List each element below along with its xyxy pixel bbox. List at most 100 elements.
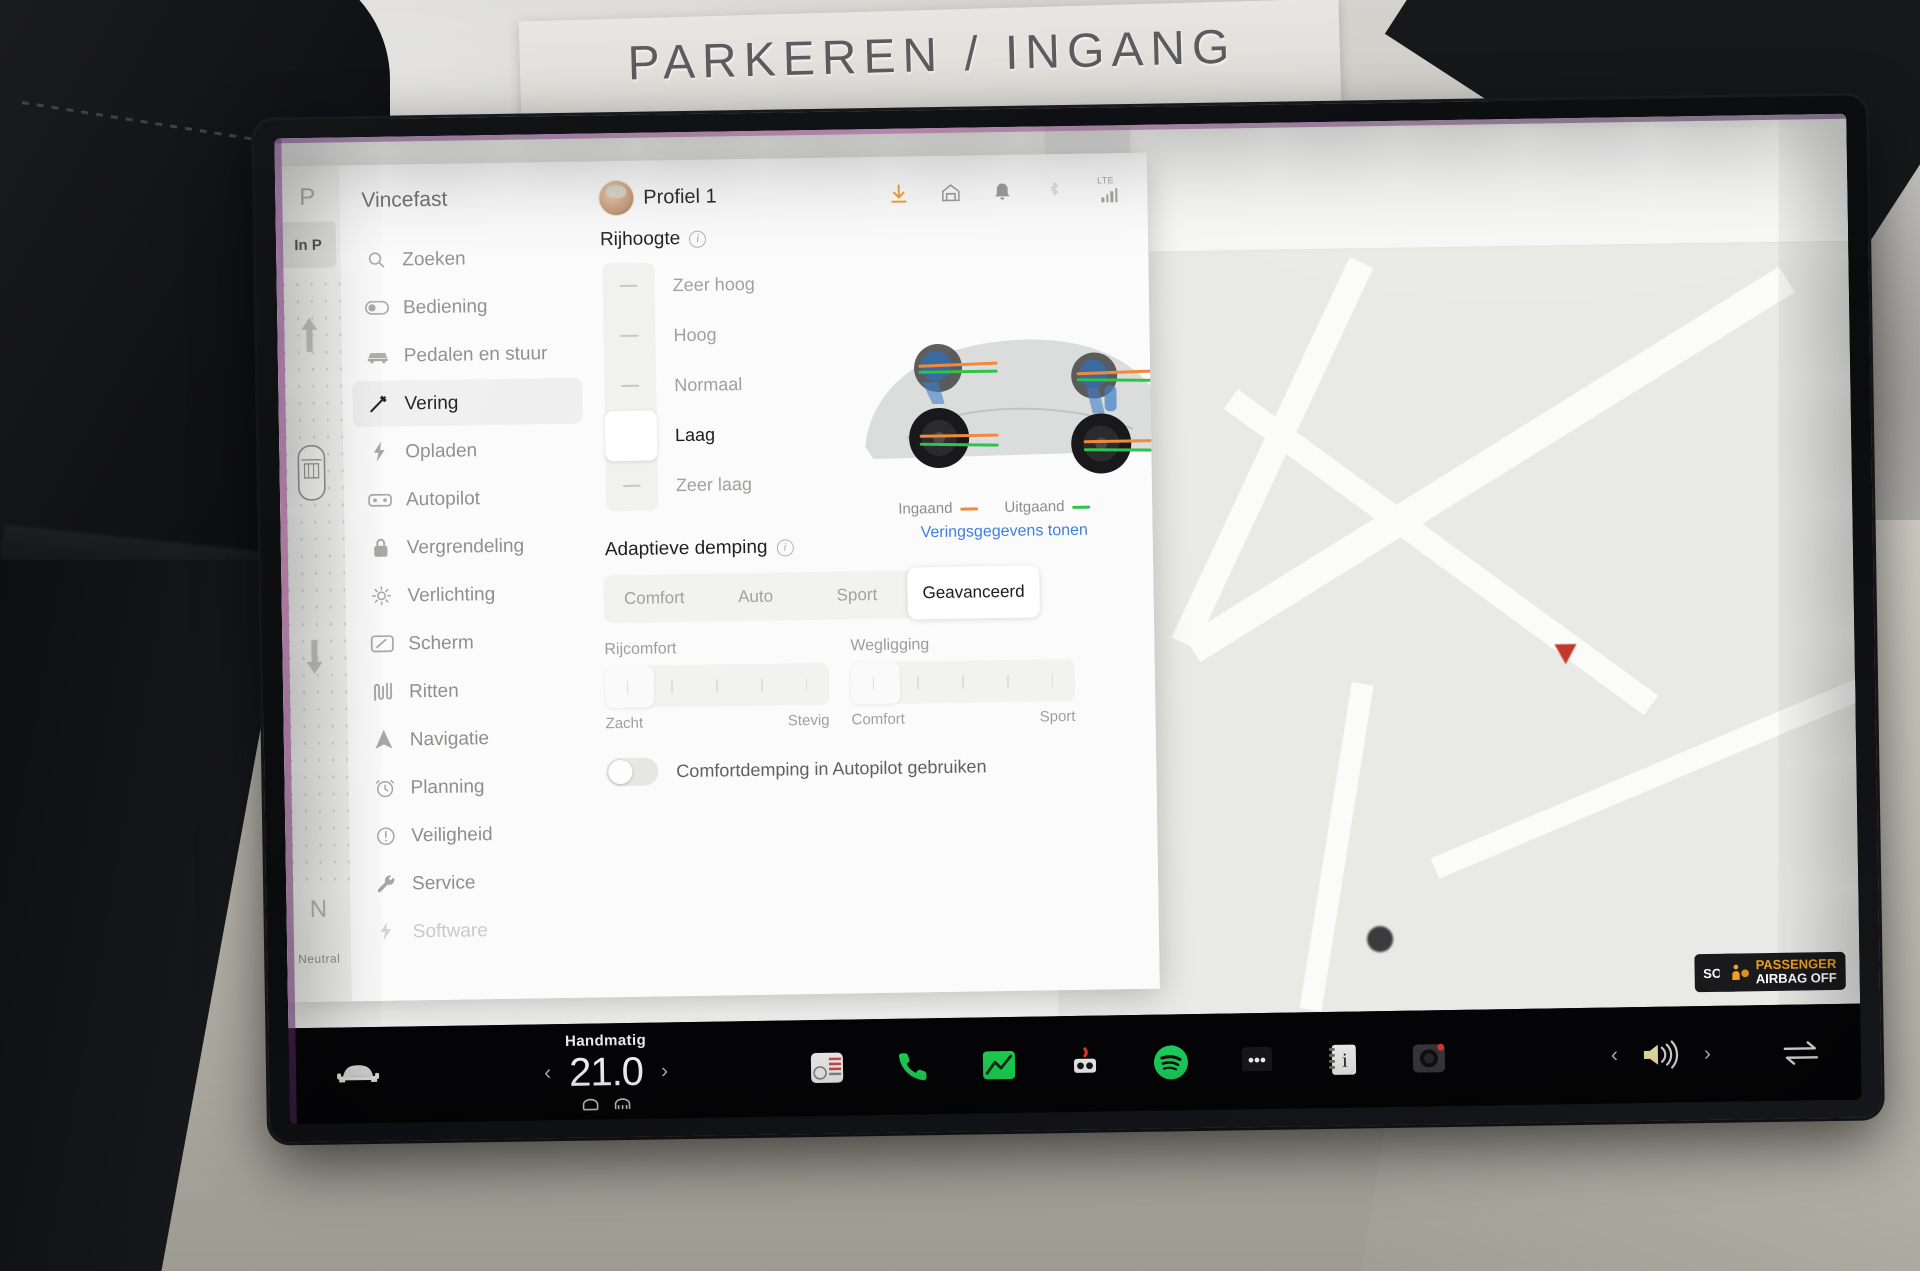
climate-mode-label: Handmatig xyxy=(564,1031,647,1050)
bolt-icon xyxy=(365,441,393,463)
comfort-damping-autopilot-toggle[interactable] xyxy=(606,757,659,787)
spotify-app-icon[interactable] xyxy=(1151,1042,1192,1083)
slider-track[interactable] xyxy=(604,662,830,709)
toggle-icon xyxy=(363,297,391,319)
energy-app-icon[interactable] xyxy=(979,1045,1020,1086)
slider-end-labels: Comfort Sport xyxy=(851,708,1075,729)
settings-content: Profiel 1 LTE Rijhoogte i Zeer hoog Hoog… xyxy=(588,152,1160,998)
damping-mode-geavanceerd[interactable]: Geavanceerd xyxy=(907,565,1040,620)
sidebar-item-navigatie[interactable]: Navigatie xyxy=(357,714,588,764)
temp-decrease-button[interactable]: ‹ xyxy=(544,1061,551,1085)
more-apps-icon[interactable] xyxy=(1237,1041,1278,1082)
car-seat-icon xyxy=(364,345,392,367)
climate-control[interactable]: Handmatig ‹ 21.0 › xyxy=(490,1030,721,1113)
sidebar-item-label: Scherm xyxy=(408,631,474,654)
sidebar-item-service[interactable]: Service xyxy=(360,858,591,908)
center-display-bezel: Navigeren SOS PASSENGER AIRBAG OFF xyxy=(254,95,1882,1143)
ride-height-option-normaal[interactable]: Normaal xyxy=(604,357,845,411)
info-icon[interactable]: i xyxy=(689,230,707,248)
trips-icon xyxy=(369,681,397,703)
software-icon xyxy=(373,921,401,943)
ride-height-title: Rijhoogte xyxy=(599,228,681,251)
taskbar-right-controls[interactable]: ‹ › xyxy=(1611,1037,1821,1070)
bell-icon[interactable] xyxy=(991,180,1013,204)
sidebar-item-opladen[interactable]: Opladen xyxy=(353,426,584,476)
center-display-screen[interactable]: Navigeren SOS PASSENGER AIRBAG OFF xyxy=(274,113,1862,1125)
gear-park-indicator[interactable]: P xyxy=(275,175,340,220)
release-notes-icon[interactable]: i xyxy=(1323,1039,1364,1080)
sidebar-item-ritten[interactable]: Ritten xyxy=(357,666,588,716)
slider-wegligging: Wegligging Comfort Sport xyxy=(850,634,1076,729)
toybox-app-icon[interactable] xyxy=(1065,1043,1106,1084)
shift-up-arrow-icon[interactable] xyxy=(299,316,320,354)
camera-app-icon[interactable] xyxy=(1409,1038,1450,1079)
driver-seat-heater-icon[interactable] xyxy=(580,1097,600,1111)
sidebar-item-planning[interactable]: Planning xyxy=(358,762,589,812)
settings-sidebar[interactable]: Vincefast Zoeken Bediening Pedalen en st… xyxy=(338,161,602,1002)
damping-mode-comfort[interactable]: Comfort xyxy=(603,574,705,624)
status-icon-bar: LTE xyxy=(887,175,1125,207)
volume-icon[interactable] xyxy=(1640,1039,1682,1070)
vehicle-top-view-icon xyxy=(297,445,326,501)
ride-height-selector[interactable]: Zeer hoog Hoog Normaal Laag Zeer laag In… xyxy=(594,249,1160,541)
damping-mode-sport[interactable]: Sport xyxy=(806,571,908,621)
temp-increase-button[interactable]: › xyxy=(661,1059,668,1083)
lte-signal-icon: LTE xyxy=(1095,175,1125,203)
sidebar-item-autopilot[interactable]: Autopilot xyxy=(354,474,585,524)
legend-swatch-green xyxy=(1072,505,1091,509)
gear-in-park-badge: In P xyxy=(279,221,337,269)
avatar[interactable] xyxy=(599,180,634,216)
map-marker-dot[interactable] xyxy=(1366,925,1394,953)
radio-app-icon[interactable] xyxy=(807,1048,848,1089)
sidebar-item-label: Vergrendeling xyxy=(406,535,525,558)
adaptive-damping-heading: Adaptieve demping i xyxy=(599,525,1153,568)
damping-mode-auto[interactable]: Auto xyxy=(705,572,807,622)
seat-heater-row[interactable] xyxy=(491,1095,721,1113)
map-road xyxy=(1299,682,1374,1012)
sidebar-item-pedalen-en-stuur[interactable]: Pedalen en stuur xyxy=(351,330,582,380)
slider-ticks xyxy=(605,663,830,709)
slider-max-label: Stevig xyxy=(787,711,830,730)
gear-neutral-letter[interactable]: N xyxy=(286,891,351,928)
settings-panel[interactable]: P In P N Neutral Vincefast Zoeken Bedien… xyxy=(274,152,1160,1003)
sidebar-item-label: Bediening xyxy=(402,295,488,318)
ride-height-label: Normaal xyxy=(674,373,743,395)
bluetooth-icon[interactable] xyxy=(1043,179,1065,203)
ride-height-option-hoog[interactable]: Hoog xyxy=(603,307,844,361)
damping-mode-segmented-control[interactable]: Comfort Auto Sport Geavanceerd xyxy=(603,565,1040,624)
sidebar-item-bediening[interactable]: Bediening xyxy=(351,282,582,332)
sidebar-item-software[interactable]: Software xyxy=(360,906,591,956)
light-icon xyxy=(367,585,395,607)
volume-increase-button[interactable]: › xyxy=(1704,1042,1711,1066)
sidebar-item-veiligheid[interactable]: Veiligheid xyxy=(359,810,590,860)
passenger-seat-heater-icon[interactable] xyxy=(612,1096,632,1110)
legend-item-ingaand: Ingaand xyxy=(898,499,979,518)
shift-down-arrow-icon[interactable] xyxy=(304,638,325,676)
slider-track[interactable] xyxy=(850,658,1076,705)
ride-height-option-laag[interactable]: Laag xyxy=(604,407,846,462)
info-icon[interactable]: i xyxy=(776,538,794,557)
volume-decrease-button[interactable]: ‹ xyxy=(1611,1043,1618,1067)
app-launcher-row[interactable]: i xyxy=(807,1038,1450,1088)
sidebar-item-zoeken[interactable]: Zoeken xyxy=(350,234,581,284)
swap-screens-icon[interactable] xyxy=(1781,1039,1821,1066)
map-destination-pin[interactable] xyxy=(1554,644,1577,665)
download-icon[interactable] xyxy=(887,181,909,205)
sidebar-item-vering[interactable]: Vering xyxy=(352,377,583,428)
climate-temperature-value[interactable]: 21.0 xyxy=(569,1049,644,1095)
home-icon[interactable] xyxy=(939,181,961,205)
map-road xyxy=(1223,389,1659,716)
comfort-damping-autopilot-row[interactable]: Comfortdemping in Autopilot gebruiken xyxy=(606,750,1156,787)
ride-height-knob-selected xyxy=(604,410,658,462)
sidebar-item-verlichting[interactable]: Verlichting xyxy=(355,570,586,620)
sidebar-item-scherm[interactable]: Scherm xyxy=(356,618,587,668)
gear-neutral-label: Neutral xyxy=(298,951,341,967)
ride-height-option-zeer-hoog[interactable]: Zeer hoog xyxy=(602,258,843,312)
sidebar-item-vergrendeling[interactable]: Vergrendeling xyxy=(354,522,585,572)
ride-height-option-zeer-laag[interactable]: Zeer laag xyxy=(605,457,846,511)
volume-control[interactable]: ‹ › xyxy=(1611,1039,1711,1071)
ride-height-knob xyxy=(604,360,657,411)
phone-app-icon[interactable] xyxy=(893,1046,934,1087)
car-front-icon[interactable] xyxy=(335,1059,381,1091)
slider-title: Rijcomfort xyxy=(604,640,677,659)
